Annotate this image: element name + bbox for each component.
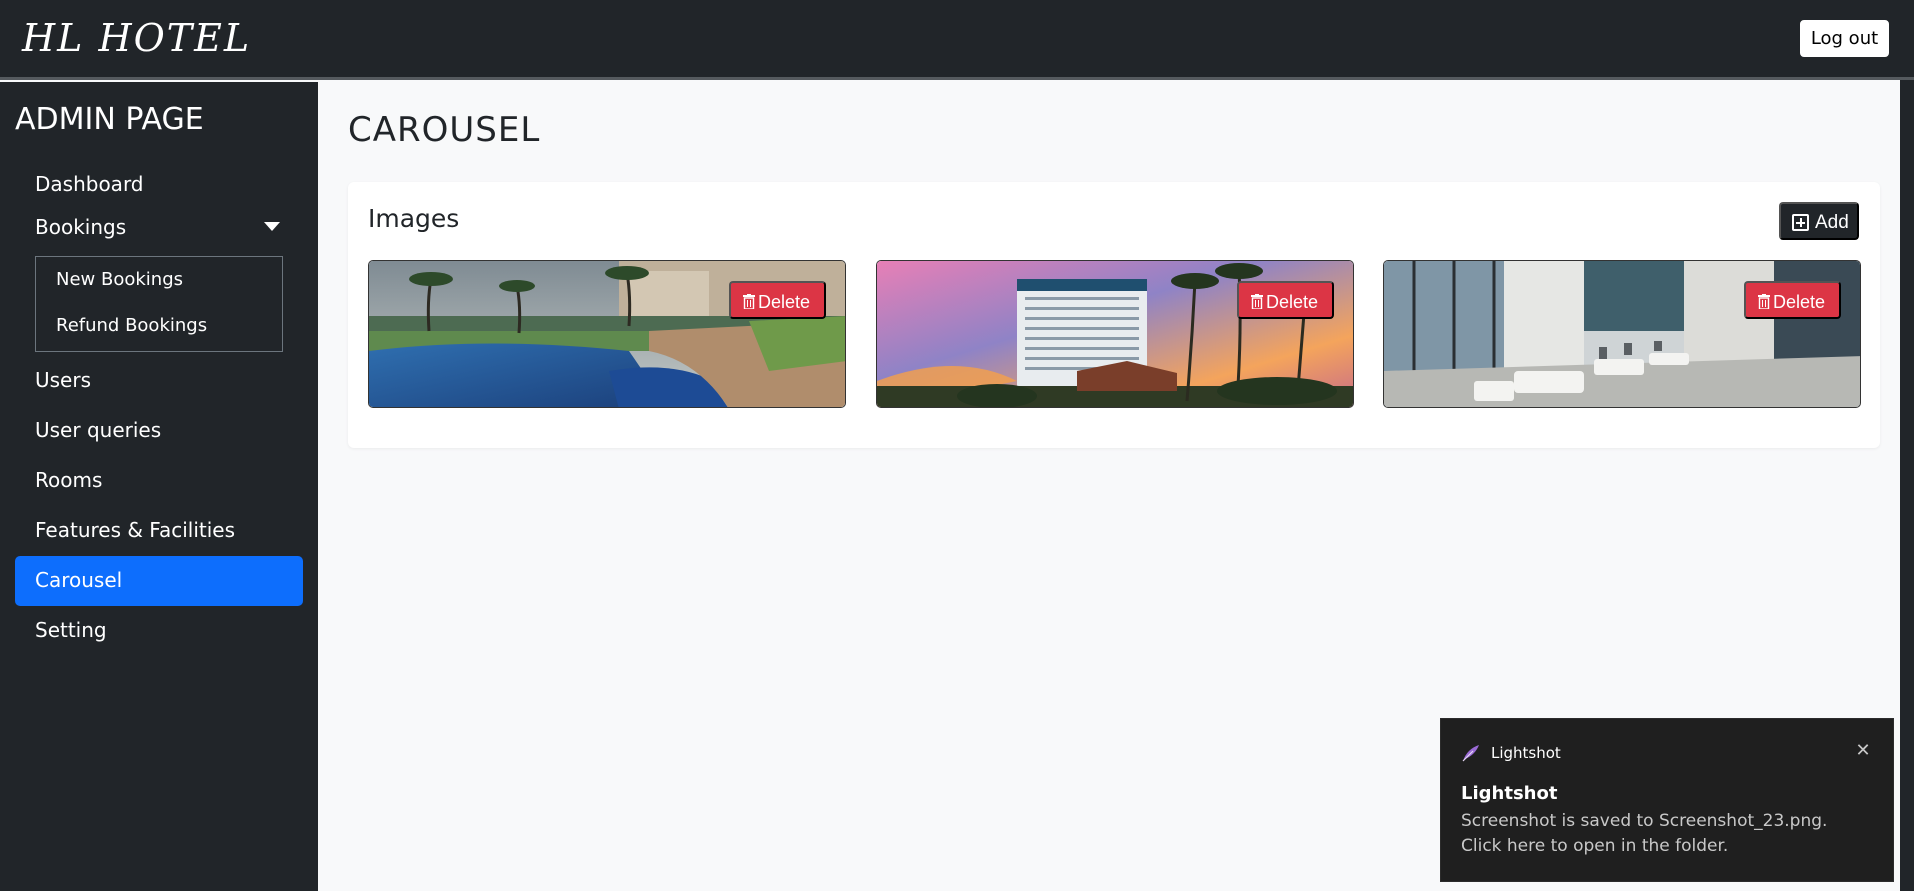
- sidebar-item-label: Carousel: [35, 568, 123, 592]
- feather-icon: [1462, 745, 1479, 762]
- close-icon[interactable]: ✕: [1851, 739, 1875, 763]
- lightshot-notification[interactable]: Lightshot ✕ Lightshot Screenshot is save…: [1440, 718, 1894, 882]
- toast-message: Screenshot is saved to Screenshot_23.png…: [1461, 811, 1828, 856]
- delete-label: Delete: [1266, 292, 1319, 312]
- submenu-item-refund-bookings[interactable]: Refund Bookings: [56, 315, 207, 336]
- sidebar-title: ADMIN PAGE: [15, 102, 204, 137]
- sidebar-item-rooms[interactable]: Rooms: [35, 468, 102, 492]
- sidebar-item-features-facilities[interactable]: Features & Facilities: [35, 518, 235, 542]
- sidebar-item-bookings[interactable]: Bookings: [15, 207, 303, 247]
- card-title: Images: [368, 204, 460, 233]
- top-navbar: HL HOTEL Log out: [0, 0, 1914, 80]
- sidebar-item-setting[interactable]: Setting: [35, 618, 107, 642]
- bookings-submenu: New Bookings Refund Bookings: [35, 256, 283, 352]
- add-image-button[interactable]: Add: [1779, 202, 1859, 240]
- delete-label: Delete: [758, 292, 811, 312]
- submenu-item-new-bookings[interactable]: New Bookings: [56, 269, 183, 290]
- delete-button[interactable]: Delete: [1237, 281, 1334, 319]
- sidebar-item-users[interactable]: Users: [35, 368, 91, 392]
- toast-title: Lightshot: [1461, 783, 1558, 804]
- carousel-image-hotel-sunset: Delete: [876, 260, 1354, 408]
- window-edge: [1900, 80, 1914, 891]
- carousel-image-lounge-interior: Delete: [1383, 260, 1861, 408]
- logout-button[interactable]: Log out: [1800, 20, 1889, 57]
- brand-logo[interactable]: HL HOTEL: [22, 16, 251, 60]
- sidebar-item-carousel[interactable]: Carousel: [15, 556, 303, 606]
- sidebar-item-dashboard[interactable]: Dashboard: [35, 172, 144, 196]
- caret-down-icon[interactable]: [264, 222, 280, 231]
- images-card: Images Add Delete Delete Delete: [348, 182, 1880, 448]
- carousel-image-resort-pool: Delete: [368, 260, 846, 408]
- delete-label: Delete: [1773, 292, 1826, 312]
- toast-app-name: Lightshot: [1491, 744, 1561, 762]
- add-label: Add: [1815, 212, 1849, 233]
- trash-icon: [1251, 294, 1263, 309]
- trash-icon: [743, 294, 755, 309]
- sidebar-item-label: Bookings: [35, 215, 127, 239]
- page-title: CAROUSEL: [348, 110, 541, 150]
- delete-button[interactable]: Delete: [1744, 281, 1841, 319]
- sidebar: ADMIN PAGE Dashboard Bookings New Bookin…: [0, 82, 318, 891]
- plus-square-icon: [1792, 214, 1809, 231]
- delete-button[interactable]: Delete: [729, 281, 826, 319]
- trash-icon: [1758, 294, 1770, 309]
- sidebar-item-user-queries[interactable]: User queries: [35, 418, 161, 442]
